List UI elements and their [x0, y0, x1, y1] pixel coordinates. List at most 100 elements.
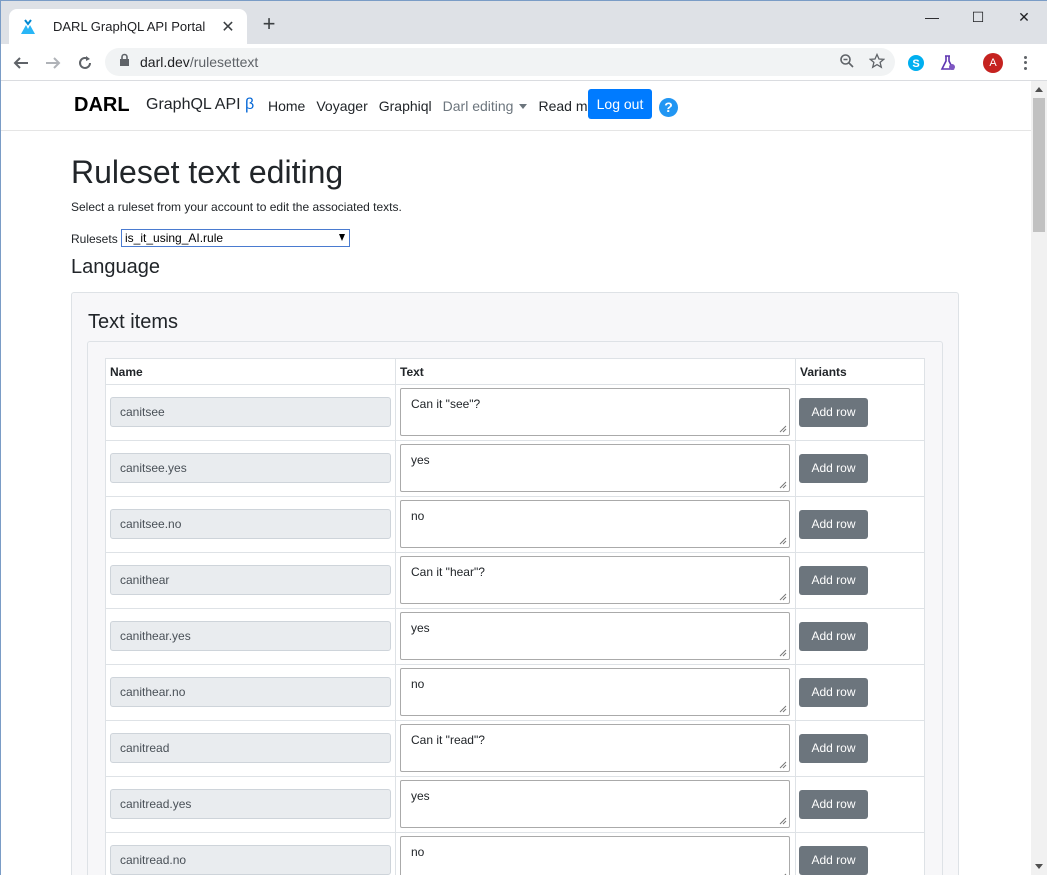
lock-icon — [119, 53, 130, 71]
new-tab-icon[interactable]: + — [258, 13, 280, 35]
skype-extension-icon[interactable]: S — [906, 53, 926, 73]
browser-toolbar: darl.dev/rulesettext S A — [1, 44, 1047, 81]
nav-home[interactable]: Home — [268, 98, 305, 114]
name-cell: canitread.no — [106, 833, 396, 875]
nav-voyager[interactable]: Voyager — [316, 98, 367, 114]
text-area[interactable]: yes — [400, 444, 790, 492]
name-field: canithear.yes — [110, 621, 391, 651]
variants-cell: Add row — [796, 497, 924, 552]
add-row-button[interactable]: Add row — [799, 454, 868, 483]
name-field: canitsee — [110, 397, 391, 427]
language-card: Text items Name Text Variants canitsee Ca… — [71, 292, 959, 875]
chevron-down-icon — [519, 104, 528, 109]
table-row: canitread Can it "read"? Add row — [106, 721, 924, 777]
text-cell: Can it "read"? — [396, 721, 796, 776]
add-row-button[interactable]: Add row — [799, 846, 868, 875]
text-area[interactable]: no — [400, 668, 790, 716]
table-row: canithear.yes yes Add row — [106, 609, 924, 665]
name-cell: canithear.no — [106, 665, 396, 720]
nav-graphiql[interactable]: Graphiql — [379, 98, 432, 114]
brand-logo[interactable]: DARL — [74, 94, 130, 117]
ruleset-select[interactable]: is_it_using_AI.rule — [121, 229, 350, 247]
name-cell: canitsee.yes — [106, 441, 396, 496]
table-row: canitsee.yes yes Add row — [106, 441, 924, 497]
profile-avatar[interactable]: A — [983, 53, 1003, 73]
text-area[interactable]: Can it "hear"? — [400, 556, 790, 604]
variants-cell: Add row — [796, 385, 924, 440]
url-text: darl.dev/rulesettext — [140, 54, 259, 70]
nav-links: Home Voyager Graphiql Darl editing Read … — [268, 98, 610, 114]
browser-menu-icon[interactable] — [1019, 53, 1031, 73]
variants-cell: Add row — [796, 721, 924, 776]
scroll-thumb[interactable] — [1033, 98, 1045, 232]
text-cell: Can it "see"? — [396, 385, 796, 440]
text-area[interactable]: Can it "see"? — [400, 388, 790, 436]
text-area[interactable]: Can it "read"? — [400, 724, 790, 772]
name-cell: canitsee — [106, 385, 396, 440]
name-cell: canithear — [106, 553, 396, 608]
text-area[interactable]: no — [400, 836, 790, 875]
resize-grip-icon[interactable] — [779, 761, 787, 769]
text-cell: no — [396, 665, 796, 720]
text-area[interactable]: yes — [400, 612, 790, 660]
forward-icon[interactable] — [41, 51, 65, 75]
nav-darl-editing-dropdown[interactable]: Darl editing — [443, 98, 528, 114]
add-row-button[interactable]: Add row — [799, 398, 868, 427]
text-items-table: Name Text Variants canitsee Can it "see"?… — [105, 358, 925, 875]
page-scrollbar[interactable] — [1031, 81, 1047, 875]
back-icon[interactable] — [9, 51, 33, 75]
name-field: canitread.yes — [110, 789, 391, 819]
logout-button[interactable]: Log out — [588, 89, 652, 119]
resize-grip-icon[interactable] — [779, 593, 787, 601]
add-row-button[interactable]: Add row — [799, 622, 868, 651]
tab-strip: DARL GraphQL API Portal ✕ + — ☐ ✕ — [1, 1, 1047, 44]
close-window-icon[interactable]: ✕ — [1001, 5, 1047, 29]
flask-extension-icon[interactable] — [938, 53, 958, 73]
page-viewport: DARL GraphQL API β Home Voyager Graphiql… — [1, 82, 1031, 875]
add-row-button[interactable]: Add row — [799, 790, 868, 819]
text-cell: yes — [396, 441, 796, 496]
name-cell: canitsee.no — [106, 497, 396, 552]
text-items-card: Name Text Variants canitsee Can it "see"?… — [87, 341, 943, 875]
name-field: canithear.no — [110, 677, 391, 707]
resize-grip-icon[interactable] — [779, 481, 787, 489]
name-field: canithear — [110, 565, 391, 595]
address-bar[interactable]: darl.dev/rulesettext — [105, 48, 895, 76]
variants-cell: Add row — [796, 441, 924, 496]
zoom-icon[interactable] — [839, 53, 855, 74]
resize-grip-icon[interactable] — [779, 425, 787, 433]
text-area[interactable]: yes — [400, 780, 790, 828]
help-icon[interactable]: ? — [659, 98, 678, 117]
close-tab-icon[interactable]: ✕ — [219, 17, 237, 37]
table-row: canitread.yes yes Add row — [106, 777, 924, 833]
add-row-button[interactable]: Add row — [799, 510, 868, 539]
resize-grip-icon[interactable] — [779, 649, 787, 657]
text-cell: no — [396, 497, 796, 552]
text-area[interactable]: no — [400, 500, 790, 548]
table-row: canitread.no no Add row — [106, 833, 924, 875]
scroll-down-icon[interactable] — [1035, 864, 1043, 869]
table-row: canitsee.no no Add row — [106, 497, 924, 553]
api-subtitle: GraphQL API β — [146, 96, 255, 113]
svg-text:S: S — [912, 58, 919, 70]
minimize-icon[interactable]: — — [909, 5, 955, 29]
scroll-up-icon[interactable] — [1035, 87, 1043, 92]
browser-window: DARL GraphQL API Portal ✕ + — ☐ ✕ darl.d… — [0, 0, 1047, 875]
table-row: canithear.no no Add row — [106, 665, 924, 721]
variants-cell: Add row — [796, 665, 924, 720]
rulesets-label: Rulesets — [71, 232, 118, 246]
select-arrow-icon — [339, 234, 345, 241]
reload-icon[interactable] — [73, 51, 97, 75]
resize-grip-icon[interactable] — [779, 537, 787, 545]
add-row-button[interactable]: Add row — [799, 734, 868, 763]
browser-tab[interactable]: DARL GraphQL API Portal ✕ — [9, 9, 247, 44]
site-navbar: DARL GraphQL API β Home Voyager Graphiql… — [1, 82, 1031, 131]
resize-grip-icon[interactable] — [779, 705, 787, 713]
add-row-button[interactable]: Add row — [799, 678, 868, 707]
text-cell: yes — [396, 777, 796, 832]
bookmark-star-icon[interactable] — [868, 52, 886, 74]
table-row: canitsee Can it "see"? Add row — [106, 385, 924, 441]
add-row-button[interactable]: Add row — [799, 566, 868, 595]
maximize-icon[interactable]: ☐ — [955, 5, 1001, 29]
resize-grip-icon[interactable] — [779, 817, 787, 825]
